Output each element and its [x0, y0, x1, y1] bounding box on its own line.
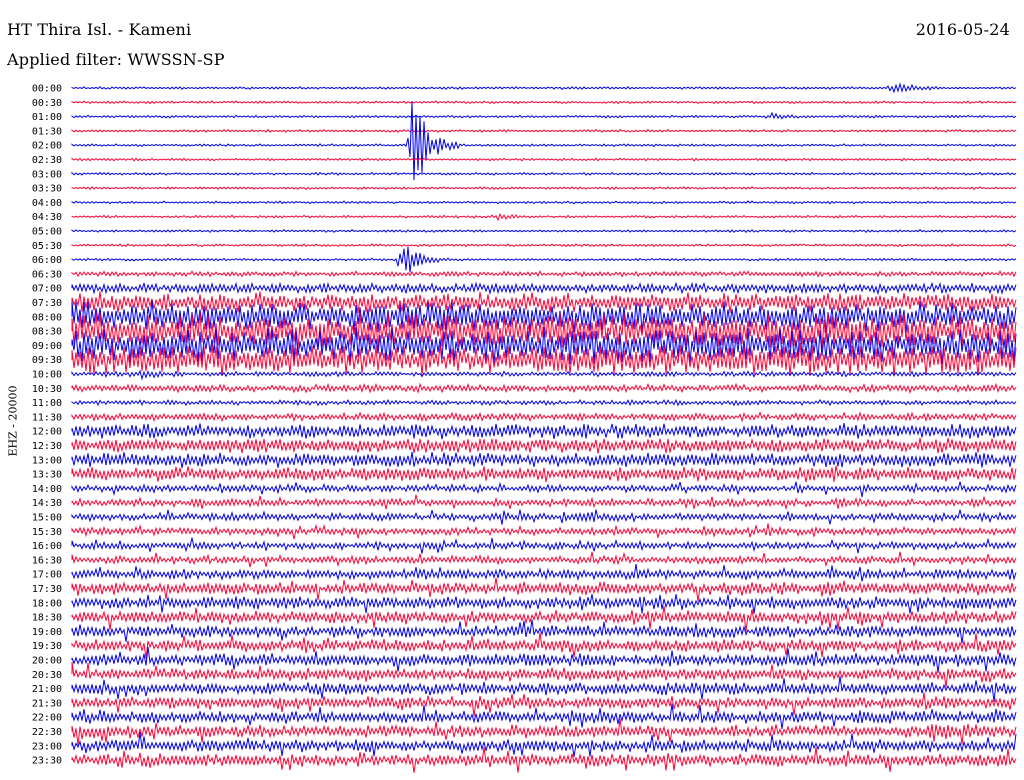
time-label: 23:00 — [32, 741, 62, 752]
trace-line-2 — [71, 111, 1017, 120]
trace-line-28 — [71, 481, 1017, 498]
time-label: 05:30 — [32, 241, 62, 252]
time-label: 11:30 — [32, 412, 62, 423]
trace-line-1 — [71, 100, 1017, 105]
trace-line-20 — [71, 369, 1017, 381]
time-label: 16:00 — [32, 541, 62, 552]
trace-line-35 — [71, 577, 1017, 602]
time-label: 23:30 — [32, 756, 62, 767]
time-label: 02:00 — [32, 141, 62, 152]
time-label: 05:00 — [32, 227, 62, 238]
trace-line-23 — [71, 411, 1017, 423]
time-label: 16:30 — [32, 555, 62, 566]
time-label: 07:00 — [32, 284, 62, 295]
time-label: 04:00 — [32, 198, 62, 209]
time-label: 00:30 — [32, 98, 62, 109]
time-label: 15:00 — [32, 513, 62, 524]
time-label: 19:30 — [32, 641, 62, 652]
trace-line-15 — [71, 291, 1017, 313]
time-label: 02:30 — [32, 155, 62, 166]
trace-line-5 — [71, 157, 1017, 162]
time-label: 03:00 — [32, 169, 62, 180]
time-label: 13:30 — [32, 470, 62, 481]
trace-line-21 — [71, 382, 1017, 395]
helicorder-plot: 00:00 00:30 01:00 01:30 02:00 02:30 03:00 03:30… — [32, 82, 1017, 773]
time-label: 21:30 — [32, 698, 62, 709]
trace-line-42 — [71, 676, 1017, 703]
time-label: 18:30 — [32, 613, 62, 624]
time-label: 20:30 — [32, 670, 62, 681]
time-label: 21:00 — [32, 684, 62, 695]
time-label: 04:30 — [32, 212, 62, 223]
time-label: 08:00 — [32, 312, 62, 323]
trace-line-4 — [71, 101, 1017, 181]
time-label: 17:30 — [32, 584, 62, 595]
trace-line-46 — [71, 732, 1017, 758]
trace-line-6 — [71, 171, 1017, 176]
trace-line-9 — [71, 212, 1017, 222]
time-label: 09:30 — [32, 355, 62, 366]
trace-line-25 — [71, 437, 1017, 454]
trace-line-32 — [71, 537, 1017, 554]
trace-line-26 — [71, 452, 1017, 468]
trace-line-40 — [71, 646, 1017, 673]
trace-line-29 — [71, 494, 1017, 511]
time-label: 06:00 — [32, 255, 62, 266]
trace-line-33 — [71, 551, 1017, 568]
time-label: 17:00 — [32, 570, 62, 581]
trace-line-13 — [71, 270, 1017, 278]
trace-line-3 — [71, 128, 1017, 134]
time-label: 01:00 — [32, 112, 62, 123]
time-label: 18:00 — [32, 598, 62, 609]
time-label: 10:00 — [32, 370, 62, 381]
trace-line-31 — [71, 523, 1017, 540]
time-label: 14:30 — [32, 498, 62, 509]
time-label: 20:00 — [32, 656, 62, 667]
trace-line-7 — [71, 186, 1017, 191]
time-label: 13:00 — [32, 455, 62, 466]
trace-line-8 — [71, 200, 1017, 205]
trace-line-36 — [71, 594, 1017, 614]
time-label: 22:30 — [32, 727, 62, 738]
time-label: 12:00 — [32, 427, 62, 438]
trace-line-14 — [71, 281, 1017, 296]
time-label: 08:30 — [32, 327, 62, 338]
trace-line-34 — [71, 564, 1017, 582]
trace-line-24 — [71, 422, 1017, 440]
time-label: 11:00 — [32, 398, 62, 409]
time-label: 14:00 — [32, 484, 62, 495]
time-label: 07:30 — [32, 298, 62, 309]
time-label: 12:30 — [32, 441, 62, 452]
time-label: 06:30 — [32, 269, 62, 280]
trace-line-0 — [71, 82, 1017, 94]
time-label: 01:30 — [32, 126, 62, 137]
trace-line-12 — [71, 246, 1017, 273]
trace-line-11 — [71, 243, 1017, 248]
time-label: 22:00 — [32, 713, 62, 724]
trace-line-30 — [71, 509, 1017, 525]
trace-line-38 — [71, 619, 1017, 644]
time-label: 19:00 — [32, 627, 62, 638]
time-label: 03:30 — [32, 184, 62, 195]
time-label: 00:00 — [32, 84, 62, 95]
time-label: 15:30 — [32, 527, 62, 538]
trace-line-22 — [71, 398, 1017, 407]
trace-line-10 — [71, 228, 1017, 234]
time-label: 10:30 — [32, 384, 62, 395]
time-label: 09:00 — [32, 341, 62, 352]
trace-line-27 — [71, 465, 1017, 483]
trace-line-44 — [71, 703, 1017, 729]
